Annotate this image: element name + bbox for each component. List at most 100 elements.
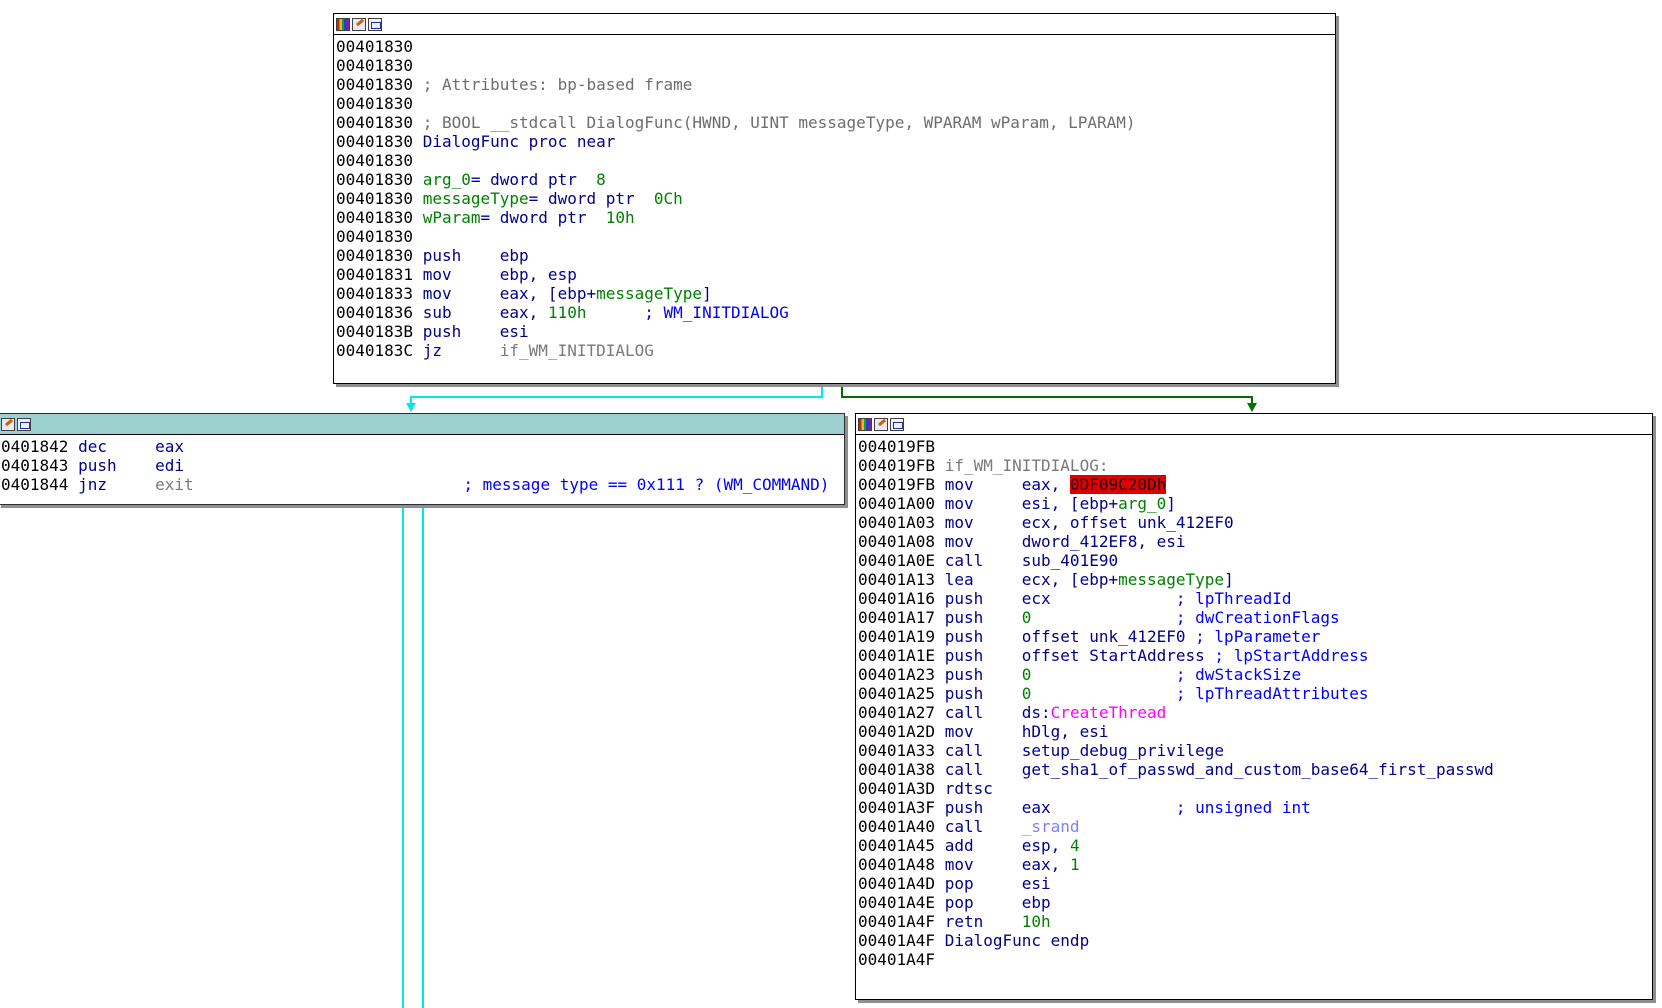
asm-line[interactable]: 004019FB xyxy=(858,437,1652,456)
numeric-value: 0Ch xyxy=(653,189,683,208)
asm-line[interactable]: 00401A03 mov ecx, offset unk_412EF0 xyxy=(858,513,1652,532)
asm-line[interactable]: 00401A3F push eax ; unsigned int xyxy=(858,798,1652,817)
code-block-wm-command-check[interactable]: 0401842 dec eax 0401843 push edi 0401844 j… xyxy=(0,413,845,505)
mnemonic: push xyxy=(78,456,156,475)
asm-line[interactable]: 00401830 xyxy=(336,56,1335,75)
asm-line[interactable]: 00401836 sub eax, 110h ; WM_INITDIALOG xyxy=(336,303,1335,322)
asm-line[interactable]: 0401842 dec eax xyxy=(1,437,844,456)
imported-function[interactable]: CreateThread xyxy=(1051,703,1167,722)
asm-line[interactable]: 00401A4D pop esi xyxy=(858,874,1652,893)
asm-line[interactable]: 00401A19 push offset unk_412EF0 ; lpPara… xyxy=(858,627,1652,646)
edge-true-branch[interactable] xyxy=(841,383,1257,412)
asm-line[interactable]: 00401A2D mov hDlg, esi xyxy=(858,722,1652,741)
asm-line[interactable]: 00401A17 push 0 ; dwCreationFlags xyxy=(858,608,1652,627)
variable-type: = dword ptr xyxy=(480,208,606,227)
asm-line[interactable]: 00401A13 lea ecx, [ebp+messageType] xyxy=(858,570,1652,589)
asm-line[interactable]: 004019FB if_WM_INITDIALOG: xyxy=(858,456,1652,475)
asm-line[interactable]: 00401831 mov ebp, esp xyxy=(336,265,1335,284)
address: 00401A48 xyxy=(858,855,945,874)
asm-line[interactable]: 00401A40 call _srand xyxy=(858,817,1652,836)
asm-line[interactable]: 00401A4F DialogFunc endp xyxy=(858,931,1652,950)
asm-line[interactable]: 00401A4F retn 10h xyxy=(858,912,1652,931)
address: 00401A23 xyxy=(858,665,945,684)
numeric-value: 1 xyxy=(1069,855,1080,874)
asm-line[interactable]: 00401A08 mov dword_412EF8, esi xyxy=(858,532,1652,551)
asm-line[interactable]: 00401830 DialogFunc proc near xyxy=(336,132,1335,151)
jump-target[interactable]: if_WM_INITDIALOG xyxy=(500,341,654,360)
asm-line[interactable]: 0040183B push esi xyxy=(336,322,1335,341)
stack-variable[interactable]: messageType xyxy=(423,189,529,208)
jump-target[interactable]: exit xyxy=(155,475,194,494)
library-function[interactable]: _srand xyxy=(1022,817,1080,836)
mnemonic: add xyxy=(944,836,1022,855)
asm-line[interactable]: 00401A00 mov esi, [ebp+arg_0] xyxy=(858,494,1652,513)
color-palette-icon[interactable] xyxy=(858,417,872,431)
asm-line[interactable]: 00401A33 call setup_debug_privilege xyxy=(858,741,1652,760)
asm-line[interactable]: 00401830 wParam= dword ptr 10h xyxy=(336,208,1335,227)
asm-line[interactable]: 00401830 arg_0= dword ptr 8 xyxy=(336,170,1335,189)
asm-line[interactable]: 00401833 mov eax, [ebp+messageType] xyxy=(336,284,1335,303)
called-function[interactable]: setup_debug_privilege xyxy=(1022,741,1224,760)
asm-line[interactable]: 00401A38 call get_sha1_of_passwd_and_cus… xyxy=(858,760,1652,779)
graph-view-icon[interactable] xyxy=(368,17,382,31)
address: 00401A16 xyxy=(858,589,945,608)
edge-false-branch[interactable] xyxy=(406,383,823,412)
asm-line[interactable]: 00401830 ; BOOL __stdcall DialogFunc(HWN… xyxy=(336,113,1335,132)
edit-node-icon[interactable] xyxy=(874,417,888,431)
asm-line[interactable]: 00401A48 mov eax, 1 xyxy=(858,855,1652,874)
asm-line[interactable]: 00401830 xyxy=(336,37,1335,56)
asm-line[interactable]: 00401830 xyxy=(336,151,1335,170)
asm-line[interactable]: 00401A27 call ds:CreateThread xyxy=(858,703,1652,722)
asm-line[interactable]: 00401A45 add esp, 4 xyxy=(858,836,1652,855)
highlighted-constant[interactable]: 0DF09C20Dh xyxy=(1069,475,1167,494)
called-function[interactable]: get_sha1_of_passwd_and_custom_base64_fir… xyxy=(1022,760,1494,779)
address: 00401830 xyxy=(336,37,423,56)
asm-line[interactable]: 00401A4F xyxy=(858,950,1652,969)
stack-variable[interactable]: arg_0 xyxy=(1118,494,1166,513)
directive: proc near xyxy=(519,132,616,151)
color-palette-icon[interactable] xyxy=(336,17,350,31)
address: 00401A40 xyxy=(858,817,945,836)
address: 0040183C xyxy=(336,341,423,360)
asm-line[interactable]: 00401830 xyxy=(336,227,1335,246)
operands: offset unk_412EF0 xyxy=(1021,627,1196,646)
code-block-dialogfunc-entry[interactable]: 00401830 00401830 00401830 ; Attributes:… xyxy=(333,13,1336,384)
stack-variable[interactable]: messageType xyxy=(596,284,702,303)
asm-line[interactable]: 00401A23 push 0 ; dwStackSize xyxy=(858,665,1652,684)
graph-view-icon[interactable] xyxy=(17,417,31,431)
variable-type: = dword ptr xyxy=(528,189,654,208)
stack-variable[interactable]: messageType xyxy=(1118,570,1224,589)
asm-line[interactable]: 0401844 jnz exit ; message type == 0x111… xyxy=(1,475,844,494)
function-name[interactable]: DialogFunc xyxy=(423,132,519,151)
edge-exit-branch[interactable] xyxy=(402,506,424,1008)
numeric-value: 8 xyxy=(596,170,606,189)
graph-view-icon[interactable] xyxy=(890,417,904,431)
asm-line[interactable]: 0401843 push edi xyxy=(1,456,844,475)
asm-line[interactable]: 00401830 messageType= dword ptr 0Ch xyxy=(336,189,1335,208)
stack-variable[interactable]: arg_0 xyxy=(423,170,471,189)
address: 00401A00 xyxy=(858,494,945,513)
asm-line[interactable]: 00401A4E pop ebp xyxy=(858,893,1652,912)
label-definition[interactable]: if_WM_INITDIALOG: xyxy=(945,456,1109,475)
asm-line[interactable]: 0040183C jz if_WM_INITDIALOG xyxy=(336,341,1335,360)
asm-line[interactable]: 00401830 xyxy=(336,94,1335,113)
function-name[interactable]: DialogFunc xyxy=(945,931,1041,950)
stack-variable[interactable]: wParam xyxy=(423,208,481,227)
asm-line[interactable]: 00401A3D rdtsc xyxy=(858,779,1652,798)
address: 00401830 xyxy=(336,75,423,94)
comment: ; WM_INITDIALOG xyxy=(644,303,789,322)
asm-line[interactable]: 00401830 ; Attributes: bp-based frame xyxy=(336,75,1335,94)
mnemonic: pop xyxy=(944,874,1022,893)
edit-node-icon[interactable] xyxy=(352,17,366,31)
comment: ; message type == 0x111 ? (WM_COMMAND) xyxy=(463,475,830,494)
code-block-if-wm-initdialog[interactable]: 004019FB 004019FB if_WM_INITDIALOG: 00401… xyxy=(855,413,1653,1000)
asm-line[interactable]: 004019FB mov eax, 0DF09C20Dh xyxy=(858,475,1652,494)
asm-line[interactable]: 00401830 push ebp xyxy=(336,246,1335,265)
asm-line[interactable]: 00401A1E push offset StartAddress ; lpSt… xyxy=(858,646,1652,665)
operands: ebp xyxy=(1021,893,1051,912)
asm-line[interactable]: 00401A0E call sub_401E90 xyxy=(858,551,1652,570)
asm-line[interactable]: 00401A16 push ecx ; lpThreadId xyxy=(858,589,1652,608)
edit-node-icon[interactable] xyxy=(1,417,15,431)
asm-line[interactable]: 00401A25 push 0 ; lpThreadAttributes xyxy=(858,684,1652,703)
